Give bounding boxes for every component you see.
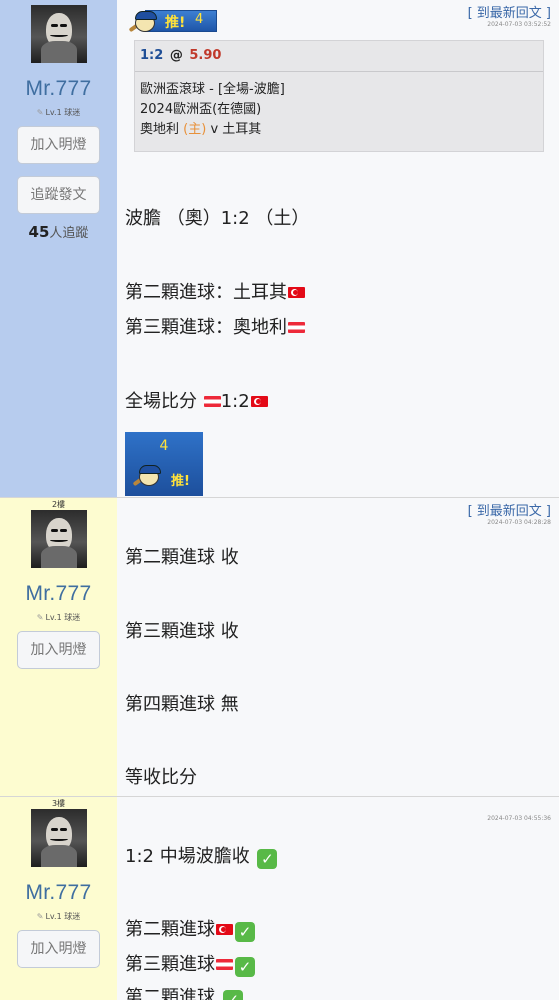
post-line: 第四顆進球 無 — [125, 694, 239, 715]
post-line: 第二顆進球 收 — [125, 547, 239, 568]
push-label: 推! — [171, 474, 190, 489]
post-line: 第三顆進球 收 — [125, 621, 239, 642]
push-count: 4 — [195, 12, 204, 27]
post-line: 第二顆進球 ✓ — [125, 984, 243, 1000]
line-text: 1:2 中場波膽收 — [125, 846, 250, 867]
post-line: 第三顆進球 ✓ — [125, 951, 255, 979]
push-badge-large[interactable]: 4 推! — [125, 432, 203, 496]
username[interactable]: Mr.777 — [0, 582, 117, 606]
post-2: 2樓 Mr.777 ✎ Lv.1 球迷 加入明燈 [ 到最新回文 ] 2024-0… — [0, 498, 559, 797]
follow-posts-button[interactable]: 追蹤發文 — [17, 176, 100, 214]
bet-league: 2024歐洲盃(在德國) — [140, 102, 262, 117]
home-team: 奧地利 — [140, 122, 180, 137]
home-tag: (主) — [183, 122, 207, 137]
push-badge[interactable]: 推! 4 — [127, 6, 219, 36]
line-text: 第二顆進球 — [125, 919, 215, 940]
turkey-flag-icon — [216, 924, 233, 935]
post-1: Mr.777 ✎ Lv.1 球迷 加入明燈 追蹤發文 45人追蹤 推! 4 [ 到… — [0, 0, 559, 498]
post-line: 第二顆進球：土耳其 — [125, 279, 305, 307]
baseball-mascot-icon — [131, 462, 161, 490]
push-label: 推! — [165, 15, 186, 31]
bet-market: 歐洲盃滾球 - [全場-波膽] — [140, 82, 285, 97]
score-text: 1:2 — [220, 391, 250, 412]
bet-at: @ — [169, 48, 183, 63]
username[interactable]: Mr.777 — [0, 881, 117, 905]
austria-flag-icon — [288, 322, 305, 333]
level-label: Lv.1 球迷 — [45, 613, 81, 622]
post-timestamp: 2024-07-03 03:52:52 — [487, 21, 551, 28]
add-light-button[interactable]: 加入明燈 — [17, 126, 100, 164]
push-count: 4 — [159, 438, 169, 454]
add-light-button[interactable]: 加入明燈 — [17, 930, 100, 968]
check-icon: ✓ — [235, 957, 255, 977]
reply-link-block: [ 到最新回文 ] 2024-07-03 03:52:52 — [468, 6, 551, 29]
line-text: 第二顆進球：土耳其 — [125, 282, 287, 303]
post-body: [ 到最新回文 ] 2024-07-03 04:28:28 第二顆進球 收 第三… — [117, 498, 559, 796]
bet-odds-row: 1:2 @ 5.90 — [135, 41, 543, 72]
post-timestamp: 2024-07-03 04:28:28 — [487, 519, 551, 526]
bet-selection: 1:2 — [140, 48, 164, 63]
bet-match: 奧地利 (主) v 土耳其 — [140, 120, 538, 140]
post-body: 推! 4 [ 到最新回文 ] 2024-07-03 03:52:52 1:2 @… — [117, 0, 559, 497]
floor-number: 3樓 — [51, 799, 66, 808]
add-light-button[interactable]: 加入明燈 — [17, 631, 100, 669]
author-panel: 2樓 Mr.777 ✎ Lv.1 球迷 加入明燈 — [0, 498, 117, 796]
austria-flag-icon — [216, 959, 233, 970]
post-timestamp: 2024-07-03 04:55:36 — [487, 815, 551, 822]
level-label: Lv.1 球迷 — [45, 108, 81, 117]
avatar[interactable] — [30, 5, 87, 63]
user-level: ✎ Lv.1 球迷 — [0, 107, 117, 118]
follower-count: 45人追蹤 — [0, 222, 117, 241]
check-icon: ✓ — [222, 990, 243, 1000]
line-text: 第三顆進球：奧地利 — [125, 317, 287, 338]
line-text: 全場比分 — [125, 391, 203, 412]
turkey-flag-icon — [288, 287, 305, 298]
level-label: Lv.1 球迷 — [45, 912, 81, 921]
latest-reply-link[interactable]: [ 到最新回文 ] — [468, 6, 551, 21]
bet-odds: 5.90 — [189, 48, 222, 63]
author-panel: Mr.777 ✎ Lv.1 球迷 加入明燈 追蹤發文 45人追蹤 — [0, 0, 117, 497]
baseball-mascot-icon — [127, 8, 157, 36]
vs-label: v — [210, 122, 219, 137]
author-panel: 3樓 Mr.777 ✎ Lv.1 球迷 加入明燈 — [0, 797, 117, 1000]
post-line: 全場比分 1:2 — [125, 388, 268, 416]
post-line: 波膽 （奧）1:2 （土） — [125, 208, 310, 229]
austria-flag-icon — [203, 396, 221, 407]
avatar[interactable] — [30, 809, 87, 867]
post-line: 等收比分 — [125, 767, 197, 788]
pencil-icon: ✎ — [36, 108, 44, 117]
reply-link-block: [ 到最新回文 ] 2024-07-03 04:28:28 — [468, 504, 551, 527]
turkey-flag-icon — [250, 396, 268, 407]
reply-link-block: 2024-07-03 04:55:36 — [487, 815, 551, 823]
user-level: ✎ Lv.1 球迷 — [0, 612, 117, 623]
bet-slip: 1:2 @ 5.90 歐洲盃滾球 - [全場-波膽] 2024歐洲盃(在德國) … — [134, 40, 544, 152]
user-level: ✎ Lv.1 球迷 — [0, 911, 117, 922]
post-line: 第三顆進球：奧地利 — [125, 314, 305, 342]
away-team: 土耳其 — [222, 122, 262, 137]
avatar[interactable] — [30, 510, 87, 568]
line-text: 第二顆進球 — [125, 987, 215, 1000]
follower-suffix: 人追蹤 — [49, 226, 89, 241]
pencil-icon: ✎ — [36, 912, 44, 921]
post-body: 2024-07-03 04:55:36 1:2 中場波膽收 ✓ 第二顆進球 ✓ 第… — [117, 797, 559, 1000]
post-line: 1:2 中場波膽收 ✓ — [125, 843, 278, 871]
line-text: 第三顆進球 — [125, 954, 215, 975]
check-icon: ✓ — [257, 849, 278, 869]
floor-number: 2樓 — [51, 500, 66, 509]
bet-details: 歐洲盃滾球 - [全場-波膽] 2024歐洲盃(在德國) 奧地利 (主) v 土… — [135, 72, 543, 140]
username[interactable]: Mr.777 — [0, 77, 117, 101]
latest-reply-link[interactable]: [ 到最新回文 ] — [468, 504, 551, 519]
follower-number: 45 — [28, 223, 50, 241]
post-line: 第二顆進球 ✓ — [125, 916, 255, 944]
pencil-icon: ✎ — [36, 613, 44, 622]
post-3: 3樓 Mr.777 ✎ Lv.1 球迷 加入明燈 2024-07-03 04:55… — [0, 797, 559, 1000]
check-icon: ✓ — [235, 922, 255, 942]
